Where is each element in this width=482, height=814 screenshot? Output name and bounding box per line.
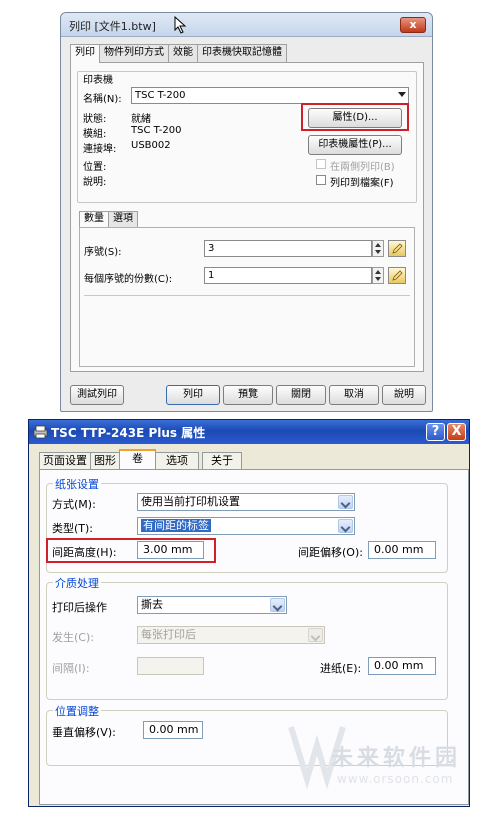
- test-print-button[interactable]: 測試列印: [70, 385, 124, 405]
- location-label: 位置:: [83, 162, 107, 173]
- print-tab-panel: 印表機 名稱(N): TSC T-200 狀態: 就緒 模組: TSC T-20…: [70, 62, 424, 372]
- position-adjust-title: 位置调整: [53, 703, 101, 719]
- type-select[interactable]: 有间距的标签: [137, 517, 355, 535]
- pencil-icon: [392, 270, 403, 281]
- tab-object-print-mode[interactable]: 物件列印方式: [99, 44, 169, 62]
- interval-label: 间隔(I):: [52, 662, 90, 675]
- serial-label: 序號(S):: [84, 247, 122, 258]
- duplex-checkbox[interactable]: [316, 159, 326, 169]
- occur-select[interactable]: 每张打印后: [137, 626, 325, 644]
- copies-input[interactable]: 1: [204, 267, 372, 284]
- help-title-button[interactable]: ?: [426, 423, 445, 441]
- duplex-label: 在兩側列印(B): [330, 162, 395, 173]
- gap-offset-label: 间距偏移(O):: [298, 546, 363, 559]
- copies-label: 每個序號的份數(C):: [84, 274, 173, 285]
- type-label: 类型(T):: [52, 522, 94, 535]
- port-label: 連接埠:: [83, 144, 117, 155]
- gap-offset-input[interactable]: 0.00 mm: [368, 541, 436, 559]
- quantity-options-tabs: 數量 選項: [79, 211, 138, 227]
- close-button[interactable]: 關閉: [276, 385, 326, 405]
- model-value: TSC T-200: [131, 125, 182, 136]
- print-dialog-close-button[interactable]: x: [400, 17, 426, 33]
- occur-label: 发生(C):: [52, 631, 94, 644]
- properties-close-button[interactable]: X: [447, 423, 466, 441]
- post-print-label: 打印后操作: [52, 601, 107, 614]
- status-label: 狀態:: [83, 114, 107, 125]
- preview-button[interactable]: 預覽: [223, 385, 273, 405]
- tab-stock[interactable]: 卷: [119, 449, 156, 469]
- properties-dialog-titlebar[interactable]: TSC TTP-243E Plus 属性 ? X: [29, 420, 469, 444]
- quantity-panel: 序號(S): 3 每個序號的份數(C): 1: [79, 227, 415, 367]
- tab-options[interactable]: 选项: [155, 452, 199, 469]
- watermark-url: www.orsoon.com: [337, 772, 454, 786]
- vertical-offset-input[interactable]: 0.00 mm: [143, 721, 203, 739]
- printer-name-value: TSC T-200: [135, 90, 186, 101]
- interval-input[interactable]: [137, 657, 204, 675]
- printer-properties-button[interactable]: 印表機屬性(P)...: [308, 135, 402, 155]
- properties-dialog-title: TSC TTP-243E Plus 属性: [51, 426, 206, 440]
- occur-value: 每张打印后: [141, 628, 196, 641]
- model-label: 模組:: [83, 129, 107, 140]
- print-dialog-tabs: 列印 物件列印方式 效能 印表機快取記憶體: [70, 44, 287, 63]
- port-value: USB002: [131, 140, 171, 151]
- chevron-down-icon: [398, 92, 406, 97]
- printer-name-select[interactable]: TSC T-200: [131, 87, 409, 104]
- chevron-down-icon: [338, 495, 353, 509]
- copies-edit-button[interactable]: [388, 267, 406, 284]
- help-button[interactable]: 說明: [382, 385, 426, 405]
- type-value: 有间距的标签: [141, 519, 211, 532]
- print-button[interactable]: 列印: [166, 385, 220, 405]
- divider: [84, 295, 410, 296]
- gap-height-label: 间距高度(H):: [52, 546, 117, 559]
- tab-graphics[interactable]: 图形: [90, 452, 120, 469]
- copies-spinner[interactable]: [372, 267, 384, 284]
- print-to-file-label: 列印到檔案(F): [330, 178, 394, 189]
- printer-icon: [33, 425, 48, 439]
- chevron-down-icon: [270, 598, 285, 612]
- print-dialog-titlebar[interactable]: 列印 [文件1.btw] x: [61, 13, 432, 37]
- tab-about[interactable]: 关于: [202, 452, 242, 469]
- post-print-value: 撕去: [141, 598, 163, 611]
- method-label: 方式(M):: [52, 498, 96, 511]
- print-to-file-checkbox[interactable]: [316, 175, 326, 185]
- chevron-down-icon: [338, 519, 353, 533]
- media-handling-title: 介质处理: [53, 575, 101, 591]
- tab-printer-cache[interactable]: 印表機快取記憶體: [197, 44, 287, 62]
- cancel-button[interactable]: 取消: [329, 385, 379, 405]
- printer-name-label: 名稱(N):: [83, 94, 122, 105]
- tab-print[interactable]: 列印: [70, 44, 100, 63]
- comment-label: 說明:: [83, 177, 107, 188]
- serial-value: 3: [208, 243, 215, 254]
- print-dialog: 列印 [文件1.btw] x 列印 物件列印方式 效能 印表機快取記憶體 印表機…: [60, 12, 433, 412]
- method-value: 使用当前打印机设置: [141, 495, 240, 508]
- feed-input[interactable]: 0.00 mm: [368, 657, 436, 675]
- tab-performance[interactable]: 效能: [168, 44, 198, 62]
- tab-options[interactable]: 選項: [108, 211, 138, 227]
- copies-value: 1: [208, 270, 215, 281]
- vertical-offset-label: 垂直偏移(V):: [52, 726, 116, 739]
- serial-input[interactable]: 3: [204, 240, 372, 257]
- serial-spinner[interactable]: [372, 240, 384, 257]
- properties-tabs: 页面设置 图形 卷 选项 关于: [39, 449, 242, 469]
- watermark-text: 未来软件园: [331, 746, 462, 771]
- status-value: 就緒: [131, 114, 151, 125]
- mouse-cursor-icon: [174, 16, 187, 34]
- gap-height-input[interactable]: 3.00 mm: [137, 541, 204, 559]
- tab-page-setup[interactable]: 页面设置: [39, 452, 91, 469]
- feed-label: 进纸(E):: [320, 662, 362, 675]
- printer-group-title: 印表機: [83, 75, 113, 86]
- method-select[interactable]: 使用当前打印机设置: [137, 493, 355, 511]
- tab-quantity[interactable]: 數量: [79, 211, 109, 227]
- paper-settings-title: 纸张设置: [53, 476, 101, 492]
- print-dialog-title: 列印 [文件1.btw]: [69, 20, 156, 33]
- chevron-down-icon: [308, 628, 323, 642]
- post-print-select[interactable]: 撕去: [137, 596, 287, 614]
- highlight-box: [301, 103, 409, 131]
- pencil-icon: [392, 243, 403, 254]
- serial-edit-button[interactable]: [388, 240, 406, 257]
